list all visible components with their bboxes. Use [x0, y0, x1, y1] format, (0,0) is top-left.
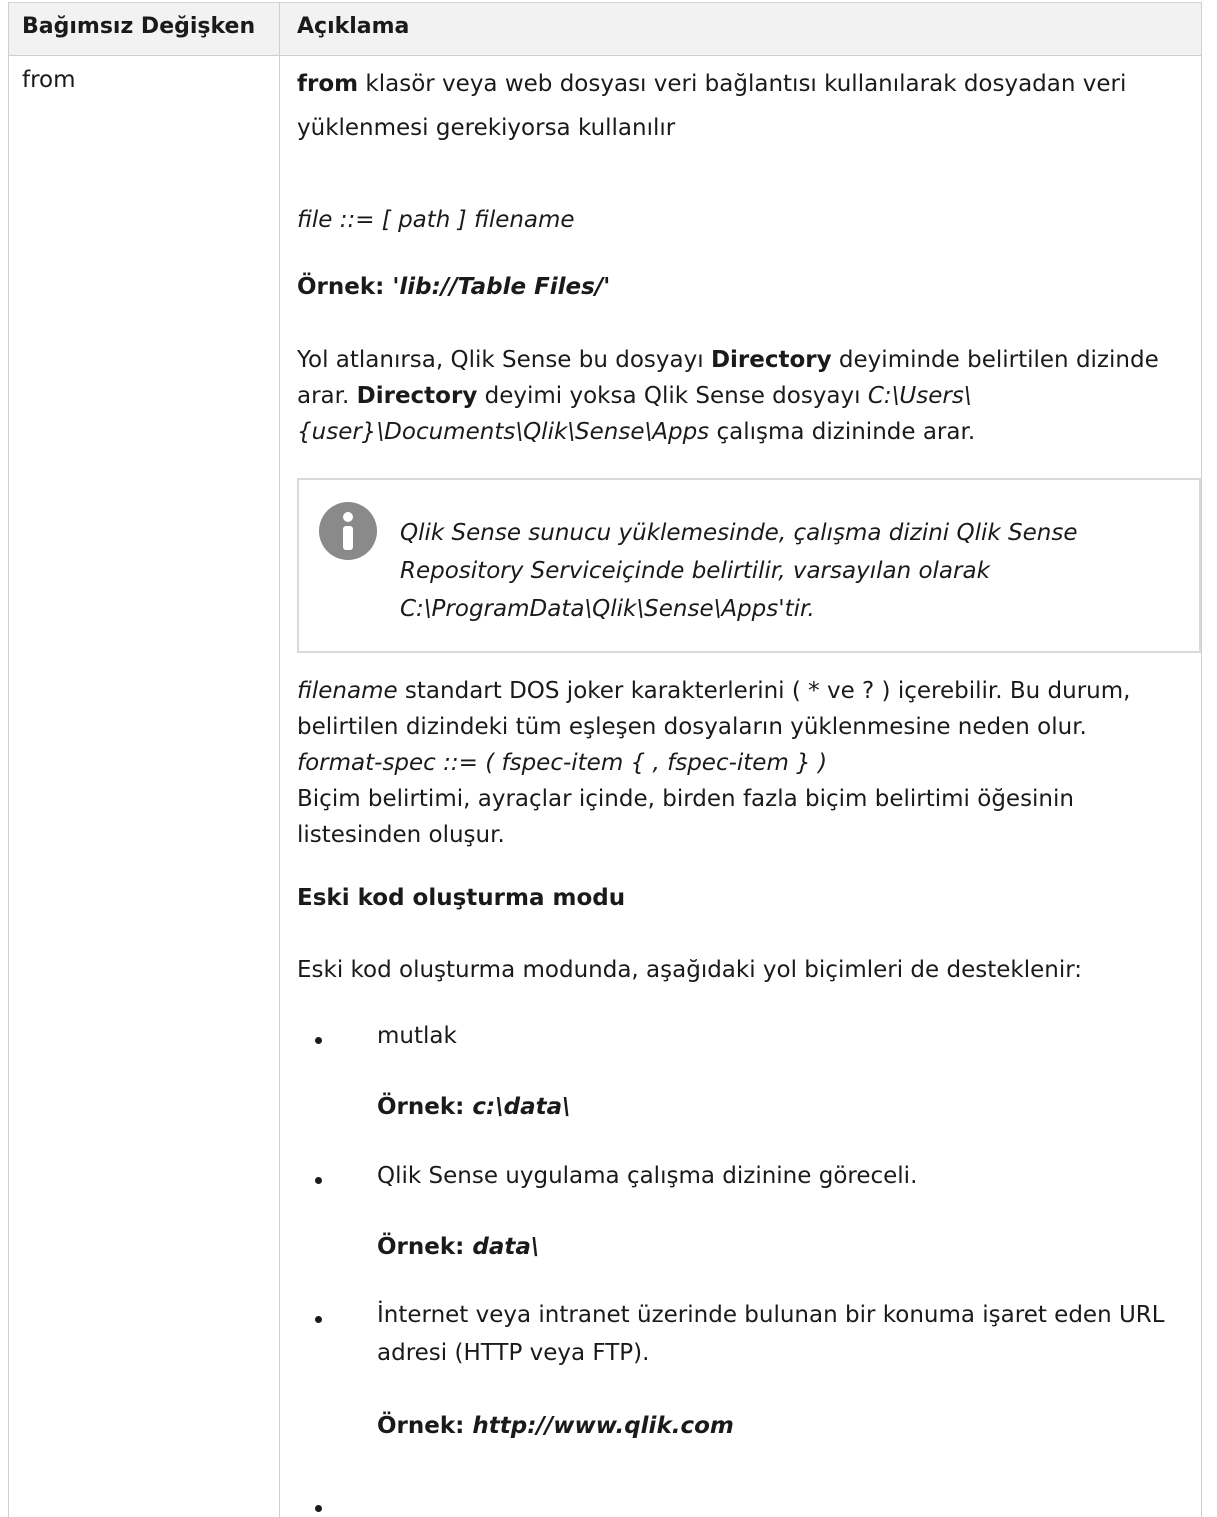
- list-item-text: mutlak: [377, 1023, 457, 1049]
- example-label: Örnek:: [297, 274, 393, 300]
- syntax-line: file ::= [ path ] filename: [297, 207, 575, 233]
- text-line: belirtilen dizindeki tüm eşleşen dosyala…: [297, 714, 1087, 740]
- list-item-example: Örnek: data\: [377, 1234, 539, 1260]
- list-item-text: İnternet veya intranet üzerinde bulunan …: [377, 1302, 1165, 1328]
- bullet-icon: [315, 1037, 322, 1044]
- example-value: http://www.qlik.com: [472, 1413, 734, 1439]
- text-span: deyiminde belirtilen dizinde: [831, 347, 1159, 373]
- bullet-icon: [315, 1505, 322, 1512]
- example-value: 'lib://Table Files/': [392, 274, 611, 300]
- intro-paragraph: from klasör veya web dosyası veri bağlan…: [297, 67, 1126, 101]
- note-line: C:\ProgramData\Qlik\Sense\Apps'tir.: [400, 596, 815, 622]
- text-span: arar.: [297, 383, 357, 409]
- example-1: Örnek: 'lib://Table Files/': [297, 270, 610, 304]
- filename-paragraph: filename standart DOS joker karakterleri…: [297, 673, 1130, 853]
- text-span: Yol atlanırsa, Qlik Sense bu dosyayı: [297, 347, 711, 373]
- table-left-border: [8, 2, 9, 1517]
- column-divider: [279, 2, 280, 1517]
- path-paragraph-line-1: Yol atlanırsa, Qlik Sense bu dosyayı Dir…: [297, 343, 1159, 377]
- legacy-heading: Eski kod oluşturma modu: [297, 885, 626, 911]
- path-span: C:\Users\: [867, 383, 972, 409]
- example-label: Örnek:: [377, 1094, 473, 1120]
- intro-text-1: klasör veya web dosyası veri bağlantısı …: [358, 71, 1127, 97]
- example-value: c:\data\: [472, 1094, 571, 1120]
- bullet-icon: [315, 1177, 322, 1184]
- path-paragraph-line-2: arar. Directory deyimi yoksa Qlik Sense …: [297, 379, 972, 413]
- directory-keyword: Directory: [710, 347, 832, 373]
- note-line: Qlik Sense sunucu yüklemesinde, çalışma …: [400, 520, 1078, 546]
- text-span: standart DOS joker karakterlerini ( * ve…: [397, 678, 1131, 704]
- note-box: Qlik Sense sunucu yüklemesinde, çalışma …: [297, 478, 1201, 653]
- path-span: {user}\Documents\Qlik\Sense\Apps: [297, 419, 710, 445]
- directory-keyword: Directory: [356, 383, 478, 409]
- list-item-example: Örnek: http://www.qlik.com: [377, 1413, 734, 1439]
- example-label: Örnek:: [377, 1413, 473, 1439]
- text-span: çalışma dizininde arar.: [709, 419, 976, 445]
- filename-term: filename: [297, 678, 398, 704]
- argument-table: Bağımsız Değişken Açıklama from from kla…: [0, 0, 1217, 1517]
- note-line: Repository Serviceiçinde belirtilir, var…: [400, 558, 990, 584]
- info-icon: [319, 502, 377, 560]
- bullet-icon: [315, 1316, 322, 1323]
- legacy-intro: Eski kod oluşturma modunda, aşağıdaki yo…: [297, 957, 1083, 983]
- argument-name: from: [22, 67, 76, 93]
- list-item-text: Qlik Sense uygulama çalışma dizinine gör…: [377, 1163, 918, 1189]
- note-text: Qlik Sense sunucu yüklemesinde, çalışma …: [400, 514, 1170, 628]
- format-spec-syntax: format-spec ::= ( fspec-item { , fspec-i…: [297, 750, 828, 776]
- list-item-text: adresi (HTTP veya FTP).: [377, 1340, 650, 1366]
- list-item-example: Örnek: c:\data\: [377, 1094, 571, 1120]
- table-right-border: [1201, 2, 1202, 1517]
- intro-keyword: from: [297, 71, 359, 97]
- header-argument: Bağımsız Değişken: [22, 14, 256, 39]
- intro-text-2: yüklenmesi gerekiyorsa kullanılır: [297, 115, 676, 141]
- text-line: Biçim belirtimi, ayraçlar içinde, birden…: [297, 786, 1074, 812]
- text-span: deyimi yoksa Qlik Sense dosyayı: [477, 383, 868, 409]
- text-line: listesinden oluşur.: [297, 822, 505, 848]
- path-paragraph-line-3: {user}\Documents\Qlik\Sense\Apps çalışma…: [297, 415, 975, 449]
- example-label: Örnek:: [377, 1234, 473, 1260]
- header-description: Açıklama: [297, 14, 410, 39]
- example-value: data\: [472, 1234, 540, 1260]
